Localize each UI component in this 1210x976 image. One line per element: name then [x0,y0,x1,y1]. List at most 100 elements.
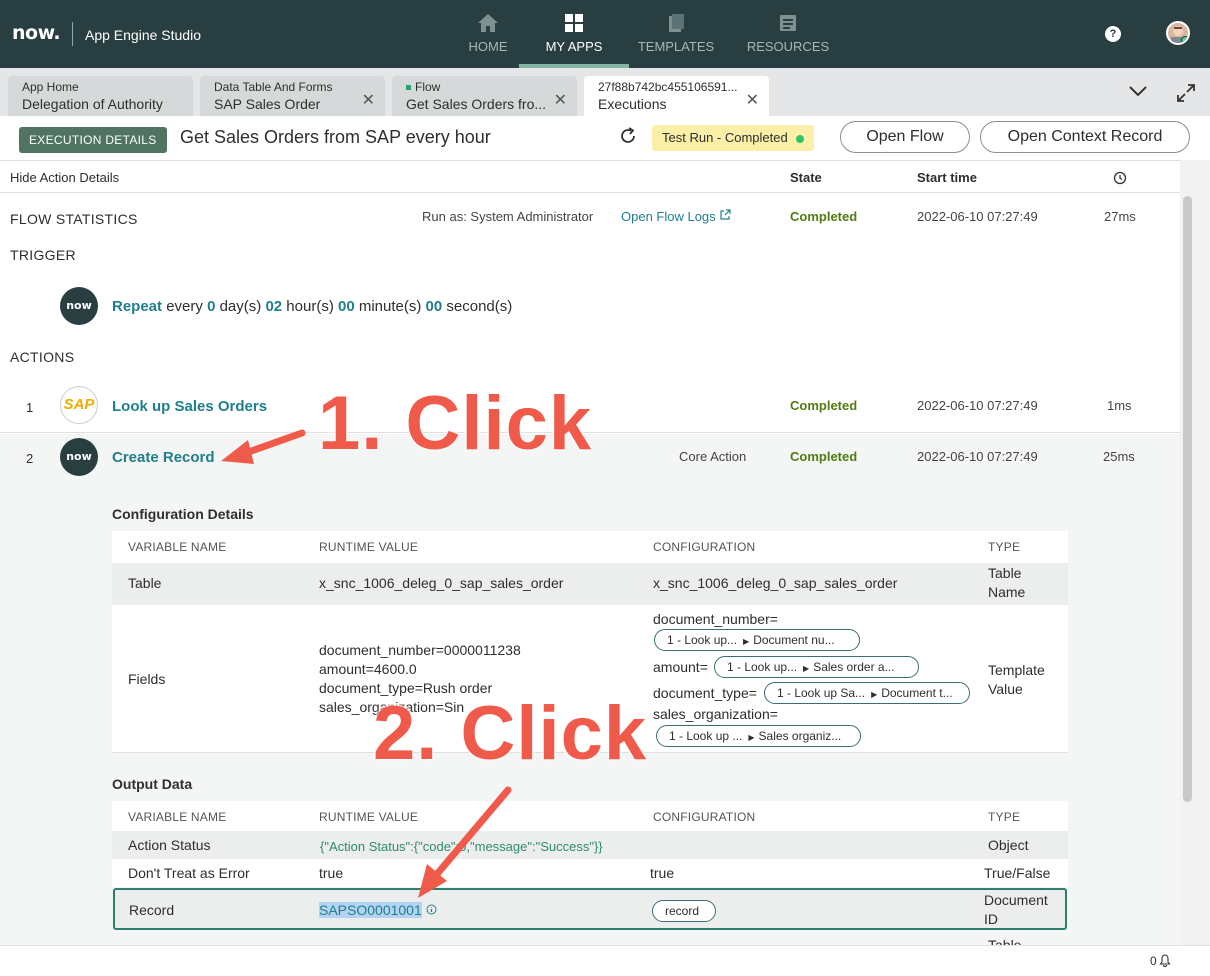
variable-name-header: VARIABLE NAME [128,810,227,824]
online-status-icon [1181,36,1188,43]
servicenow-logo[interactable]: now. [12,22,61,44]
caret-right-icon: ▶ [743,637,750,646]
chevron-down-icon[interactable] [1128,84,1148,98]
expand-icon[interactable] [1175,82,1197,104]
trigger-name[interactable]: Repeat [112,298,162,315]
data-pill[interactable]: 1 - Look up... ▶ Document nu... [654,629,860,651]
tab-data-table-title: SAP Sales Order [214,96,321,112]
config-label-amount: amount= [653,659,708,675]
logo-divider [72,22,73,46]
action-start-time: 2022-06-10 07:27:49 [917,449,1038,464]
app-title[interactable]: App Engine Studio [85,27,201,43]
record-sys-id[interactable]: SAPSO0001001 [319,902,422,918]
hide-action-details-link[interactable]: Hide Action Details [10,170,119,185]
look-up-sales-orders-link[interactable]: Look up Sales Orders [112,398,267,415]
configuration-details-heading: Configuration Details [112,506,254,522]
nav-templates-label: TEMPLATES [637,39,715,54]
caret-right-icon: ▶ [803,664,810,673]
runtime-value[interactable]: {"Action Status":{"code":0,"message":"Su… [320,837,603,856]
variable-name-header: VARIABLE NAME [128,540,227,554]
nav-my-apps[interactable]: MY APPS [519,0,629,68]
runtime-value-header: RUNTIME VALUE [319,540,419,554]
refresh-icon[interactable] [618,126,638,146]
data-pill[interactable]: 1 - Look up Sa... ▶ Document t... [764,682,970,704]
trigger-summary[interactable]: Repeat every 0 day(s) 02 hour(s) 00 minu… [112,298,512,315]
tab-data-table[interactable]: Data Table And Forms SAP Sales Order ✕ [200,76,385,116]
nav-home-label: HOME [468,39,508,54]
variable-name: Table [128,575,162,591]
nav-templates[interactable]: TEMPLATES [621,0,731,68]
trigger-heading: TRIGGER [10,247,76,263]
type-value: Object [988,837,1029,853]
stats-state: Completed [790,209,858,224]
tab-app-home[interactable]: App Home Delegation of Authority [8,76,193,116]
close-icon[interactable]: ✕ [554,90,567,110]
actions-heading: ACTIONS [10,349,75,365]
type-value: True/False [984,865,1051,881]
runtime-value: true [319,865,344,881]
bell-icon[interactable] [1159,954,1171,967]
data-pill[interactable]: 1 - Look up ... ▶ Sales organiz... [656,725,861,747]
action-number: 1 [26,400,34,415]
table-row: Table x_snc_1006_deleg_0_sap_sales_order… [112,563,1068,605]
nav-resources[interactable]: RESOURCES [733,0,843,68]
runtime-value: x_snc_1006_deleg_0_sap_sales_order [319,575,564,591]
close-icon[interactable]: ✕ [746,90,759,110]
grid-icon [565,14,583,32]
flow-title: Get Sales Orders from SAP every hour [180,127,491,147]
step-1-callout: 1. Click [318,381,593,466]
footer-bar: 0 [0,945,1210,976]
action-state: Completed [790,398,858,413]
templates-icon [669,14,684,32]
variable-name: Action Status [128,837,211,853]
type-value: Template Value [988,662,1045,697]
open-flow-button[interactable]: Open Flow [840,121,970,153]
caret-right-icon: ▶ [871,690,878,699]
variable-name: Fields [128,671,166,687]
action-type: Core Action [679,449,747,464]
tab-strip: App Home Delegation of Authority Data Ta… [0,68,1210,116]
tab-flow-subtitle: Flow [415,80,441,94]
variable-name: Record [129,902,175,918]
open-context-record-button[interactable]: Open Context Record [980,121,1190,153]
caret-right-icon: ▶ [748,733,755,742]
tab-flow[interactable]: Flow Get Sales Orders fro... ✕ [392,76,577,116]
configuration-header: CONFIGURATION [653,810,756,824]
start-time-column-header: Start time [917,170,977,185]
table-row[interactable]: Record SAPSO0001001 record Document ID [113,888,1067,930]
record-sys-id-link[interactable]: SAPSO0001001 [319,901,437,920]
variable-name: Don't Treat as Error [128,865,250,881]
tab-executions[interactable]: 27f88b742bc455106591... Executions ✕ [584,76,769,116]
test-run-status: Test Run - Completed [652,125,814,151]
close-icon[interactable]: ✕ [362,90,375,110]
stats-duration: 27ms [1104,209,1136,224]
open-flow-logs-label: Open Flow Logs [621,209,716,224]
table-row: Don't Treat as Error true true True/Fals… [112,859,1068,887]
tab-app-home-title: Delegation of Authority [22,96,163,112]
tab-flow-title: Get Sales Orders fro... [406,96,547,112]
user-avatar[interactable] [1166,21,1190,45]
scrollbar-thumb[interactable] [1183,196,1192,802]
action-state: Completed [790,449,858,464]
nav-my-apps-label: MY APPS [545,39,603,54]
execution-details-badge: EXECUTION DETAILS [19,127,167,153]
runtime-value-header: RUNTIME VALUE [319,810,419,824]
test-run-status-label: Test Run - Completed [662,130,788,145]
record-data-pill[interactable]: record [652,900,716,922]
clock-icon [1113,171,1127,185]
open-flow-logs-link[interactable]: Open Flow Logs [621,209,731,224]
truncated-type-value: Table [988,937,1022,945]
step-2-callout: 2. Click [373,691,648,776]
status-dot-icon [795,134,804,143]
action-number: 2 [26,451,34,466]
configuration-value: x_snc_1006_deleg_0_sap_sales_order [653,575,898,591]
stats-start-time: 2022-06-10 07:27:49 [917,209,1038,224]
action-start-time: 2022-06-10 07:27:49 [917,398,1038,413]
type-value: Table Name [988,565,1026,600]
info-icon[interactable] [426,904,437,915]
execution-header: EXECUTION DETAILS Get Sales Orders from … [0,116,1210,160]
create-record-link[interactable]: Create Record [112,449,215,466]
help-icon[interactable]: ? [1105,26,1121,42]
servicenow-trigger-icon: now [60,287,98,325]
data-pill[interactable]: 1 - Look up... ▶ Sales order a... [714,656,919,678]
